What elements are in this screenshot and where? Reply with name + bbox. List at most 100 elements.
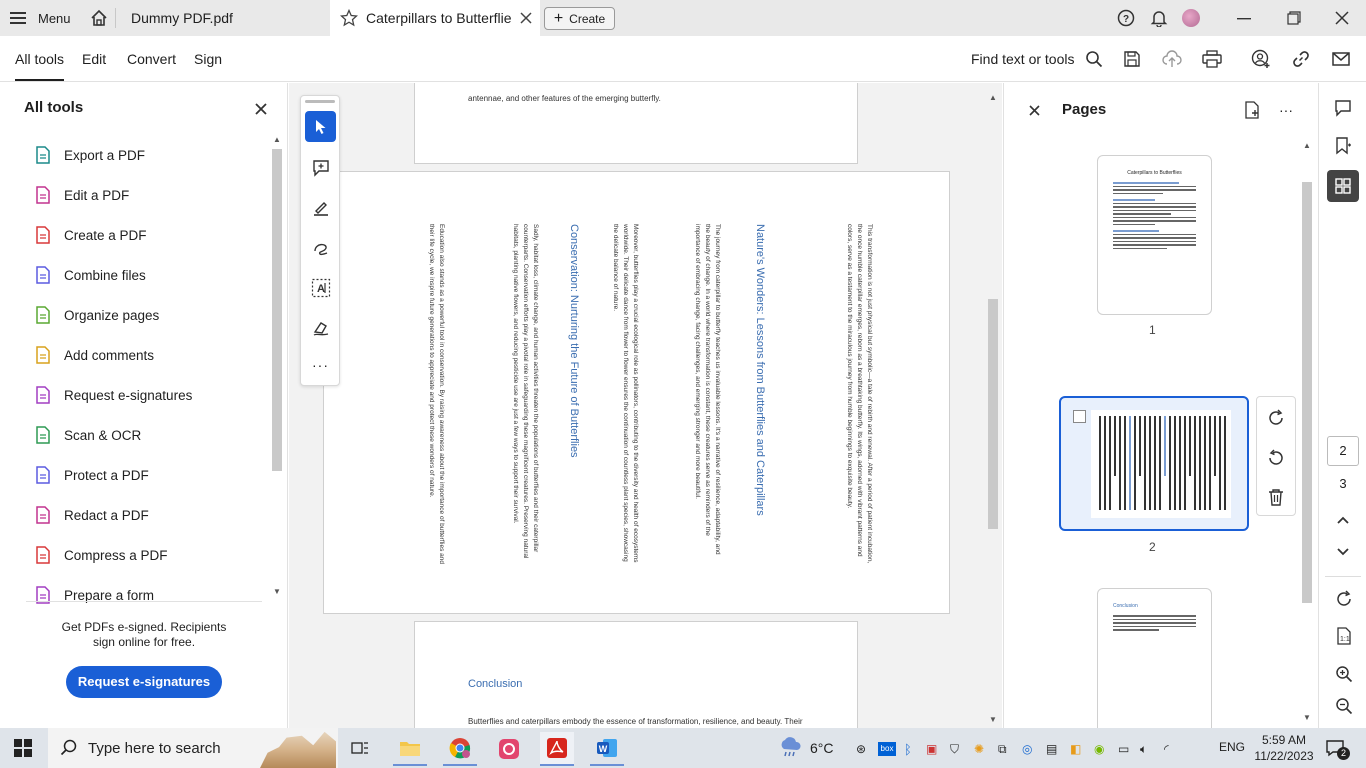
scroll-down-arrow[interactable]: ▼	[1303, 713, 1311, 722]
tool-item-request-e-signatures[interactable]: Request e-signatures	[34, 384, 192, 406]
battery-icon[interactable]: ▭	[1118, 742, 1140, 756]
request-esignatures-button[interactable]: Request e-signatures	[66, 666, 222, 698]
tray-icon-10[interactable]: ◧	[1070, 742, 1094, 756]
link-button[interactable]	[1290, 49, 1312, 69]
tool-item-protect-a-pdf[interactable]: Protect a PDF	[34, 464, 149, 486]
tool-item-redact-a-pdf[interactable]: Redact a PDF	[34, 504, 149, 526]
file-explorer-taskbar[interactable]	[393, 732, 427, 766]
find-text-or-tools[interactable]: Find text or tools	[971, 36, 1103, 82]
scroll-down-arrow[interactable]: ▼	[989, 715, 997, 724]
rotate-view-button[interactable]	[1333, 588, 1355, 610]
zoom-out-button[interactable]	[1333, 695, 1355, 717]
pages-more-button[interactable]: ···	[1276, 100, 1296, 120]
tool-item-add-comments[interactable]: Add comments	[34, 344, 154, 366]
menu-convert[interactable]: Convert	[127, 36, 176, 82]
current-page-input[interactable]: 2	[1327, 436, 1359, 466]
tool-item-combine-files[interactable]: Combine files	[34, 264, 146, 286]
chrome-taskbar[interactable]	[443, 732, 477, 766]
system-tray-icons[interactable]: ⊛ box ᛒ ▣ ⛉ ✺ ⧉ ◎ ▤ ◧ ◉ ▭ 🔈︎ ◜	[856, 739, 1196, 759]
menu-edit[interactable]: Edit	[82, 36, 106, 82]
creative-cloud-taskbar[interactable]	[492, 732, 526, 766]
start-button[interactable]	[10, 736, 36, 760]
tool-item-edit-a-pdf[interactable]: Edit a PDF	[34, 184, 129, 206]
tab-dummy-pdf[interactable]: Dummy PDF.pdf	[118, 0, 328, 36]
comments-button[interactable]	[1332, 97, 1354, 119]
close-pages-button[interactable]	[1026, 102, 1042, 118]
share-user-button[interactable]	[1250, 49, 1272, 69]
tray-icon-1[interactable]: ⊛	[856, 742, 878, 756]
tool-item-export-a-pdf[interactable]: Export a PDF	[34, 144, 145, 166]
close-panel-button[interactable]	[252, 100, 270, 118]
clock[interactable]: 5:59 AM 11/22/2023	[1254, 732, 1314, 764]
task-view-button[interactable]	[348, 736, 372, 760]
draw-button[interactable]	[305, 232, 336, 263]
text-select-button[interactable]: A	[305, 272, 336, 303]
notification-center-button[interactable]: 2	[1322, 736, 1348, 760]
restore-button[interactable]	[1280, 6, 1308, 30]
avatar[interactable]	[1182, 9, 1200, 27]
tool-item-compress-a-pdf[interactable]: Compress a PDF	[34, 544, 168, 566]
tool-item-scan-ocr[interactable]: Scan & OCR	[34, 424, 141, 446]
print-button[interactable]	[1201, 49, 1223, 69]
tray-icon-8[interactable]: ◎	[1022, 742, 1046, 756]
menu-all-tools[interactable]: All tools	[15, 36, 64, 81]
taskbar-search-box[interactable]: Type here to search	[48, 728, 338, 768]
scroll-up-arrow[interactable]: ▲	[989, 93, 997, 102]
help-button[interactable]: ?	[1116, 8, 1136, 28]
pages-scrollbar[interactable]: ▲ ▼	[1300, 141, 1314, 726]
minimize-button[interactable]	[1230, 6, 1258, 30]
wifi-icon[interactable]: ◜	[1164, 742, 1186, 756]
document-scrollbar[interactable]: ▲ ▼	[986, 91, 1000, 728]
select-tool-button[interactable]	[305, 111, 336, 142]
sign-button[interactable]	[305, 312, 336, 343]
create-button[interactable]: + Create	[544, 7, 615, 30]
nvidia-icon[interactable]: ◉	[1094, 742, 1118, 756]
menu-sign[interactable]: Sign	[194, 36, 222, 82]
scroll-up-arrow[interactable]: ▲	[273, 135, 281, 144]
document-viewer[interactable]: antennae, and other features of the emer…	[289, 83, 1002, 728]
bluetooth-icon[interactable]: ᛒ	[904, 742, 926, 757]
scroll-thumb[interactable]	[988, 299, 998, 529]
close-icon[interactable]	[519, 11, 533, 25]
acrobat-taskbar[interactable]	[540, 732, 574, 766]
tray-icon-6[interactable]: ✺	[974, 742, 998, 756]
weather-widget[interactable]: 6°C	[778, 734, 838, 762]
tab-caterpillars[interactable]: Caterpillars to Butterflies...	[330, 0, 540, 36]
more-tools-button[interactable]: ···	[305, 352, 336, 378]
page-thumbnail-2[interactable]	[1059, 396, 1249, 531]
tool-list-scrollbar[interactable]: ▲ ▼	[270, 133, 284, 601]
thumbnails-button[interactable]	[1327, 170, 1359, 202]
email-button[interactable]	[1330, 49, 1352, 69]
home-button[interactable]	[88, 6, 110, 30]
previous-page-button[interactable]	[1333, 511, 1353, 529]
volume-icon[interactable]: 🔈︎	[1140, 742, 1164, 757]
rotate-counterclockwise-button[interactable]	[1265, 447, 1287, 469]
delete-page-button[interactable]	[1265, 486, 1287, 508]
page-checkbox[interactable]	[1073, 410, 1086, 423]
scroll-thumb[interactable]	[272, 149, 282, 471]
tool-item-create-a-pdf[interactable]: Create a PDF	[34, 224, 147, 246]
bookmarks-button[interactable]	[1332, 135, 1354, 157]
next-page-button[interactable]	[1333, 543, 1353, 561]
shield-icon[interactable]: ⛉	[950, 742, 974, 757]
upload-button[interactable]	[1161, 49, 1183, 69]
insert-page-button[interactable]	[1242, 100, 1262, 120]
window-close-button[interactable]	[1328, 6, 1356, 30]
scroll-down-arrow[interactable]: ▼	[273, 587, 281, 596]
tray-icon-9[interactable]: ▤	[1046, 742, 1070, 756]
page-thumbnail-3[interactable]: Conclusion	[1097, 588, 1212, 738]
menu-button[interactable]: Menu	[10, 6, 72, 30]
language-indicator[interactable]: ENG	[1219, 740, 1245, 754]
tool-item-organize-pages[interactable]: Organize pages	[34, 304, 159, 326]
star-icon[interactable]	[340, 9, 358, 27]
add-comment-button[interactable]	[305, 152, 336, 183]
box-icon[interactable]: box	[878, 742, 896, 756]
tray-icon-7[interactable]: ⧉	[998, 742, 1022, 757]
scroll-thumb[interactable]	[1302, 182, 1312, 603]
tray-icon-4[interactable]: ▣	[926, 742, 950, 756]
zoom-in-button[interactable]	[1333, 663, 1355, 685]
tool-item-prepare-a-form[interactable]: Prepare a form	[34, 584, 154, 606]
notifications-button[interactable]	[1149, 8, 1169, 28]
word-taskbar[interactable]: W	[590, 732, 624, 766]
page-thumbnail-1[interactable]: Caterpillars to Butterflies	[1097, 155, 1212, 315]
